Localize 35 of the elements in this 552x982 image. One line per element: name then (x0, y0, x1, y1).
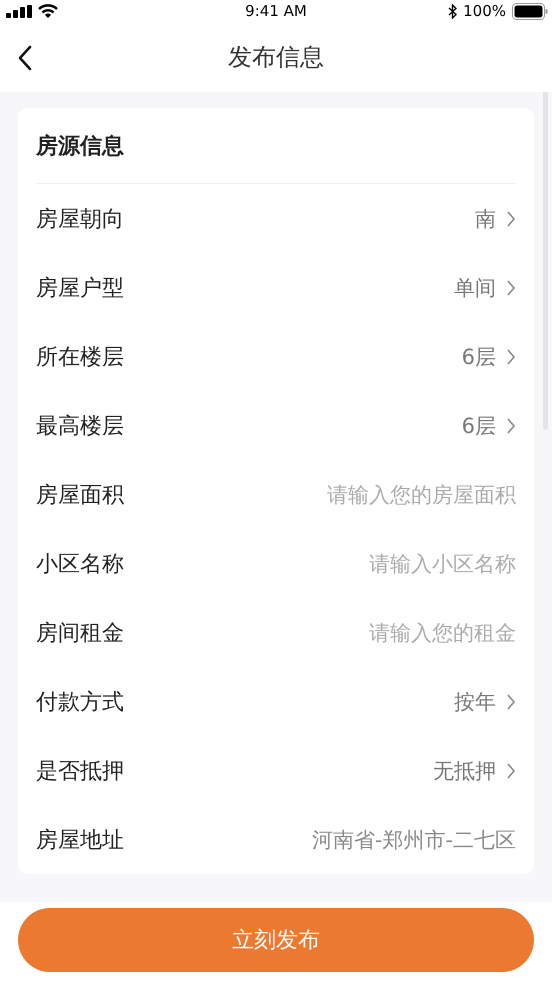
wifi-icon (38, 4, 58, 18)
bluetooth-icon (448, 4, 458, 18)
chevron-right-icon (506, 416, 516, 434)
select-field[interactable]: 6层 (462, 412, 516, 440)
submit-button[interactable]: 立刻发布 (18, 908, 534, 972)
chevron-right-icon (506, 692, 516, 710)
select-field[interactable]: 单间 (454, 274, 516, 302)
chevron-right-icon (506, 762, 516, 780)
field-label: 房间租金 (36, 620, 124, 648)
select-field[interactable]: 南 (475, 204, 516, 232)
select-field[interactable]: 按年 (454, 688, 516, 716)
field-label: 房屋户型 (36, 274, 124, 302)
page-title: 发布信息 (228, 42, 324, 73)
field-label: 小区名称 (36, 550, 124, 578)
field-label: 房屋面积 (36, 482, 124, 510)
field-label: 是否抵押 (36, 758, 124, 786)
select-field[interactable]: 无抵押 (433, 756, 516, 784)
input-field[interactable]: 请输入您的房屋面积 (256, 482, 516, 506)
section-title: 房源信息 (36, 132, 124, 160)
field-label: 所在楼层 (36, 344, 124, 372)
field-label: 最高楼层 (36, 412, 124, 440)
input-field[interactable]: 请输入小区名称 (256, 552, 516, 576)
field-label: 房屋朝向 (36, 206, 124, 234)
battery-icon (512, 2, 548, 20)
battery-percent: 100% (463, 2, 506, 20)
signal-icon (6, 4, 32, 18)
chevron-right-icon (506, 278, 516, 296)
select-field[interactable]: 6层 (462, 342, 516, 370)
chevron-right-icon (506, 348, 516, 366)
field-label: 房屋地址 (36, 826, 124, 854)
chevron-right-icon (506, 210, 516, 228)
field-value: 河南省-郑州市-二七区 (312, 826, 516, 854)
input-field[interactable]: 请输入您的租金 (256, 620, 516, 644)
status-time: 9:41 AM (244, 2, 308, 20)
field-label: 付款方式 (36, 688, 124, 716)
